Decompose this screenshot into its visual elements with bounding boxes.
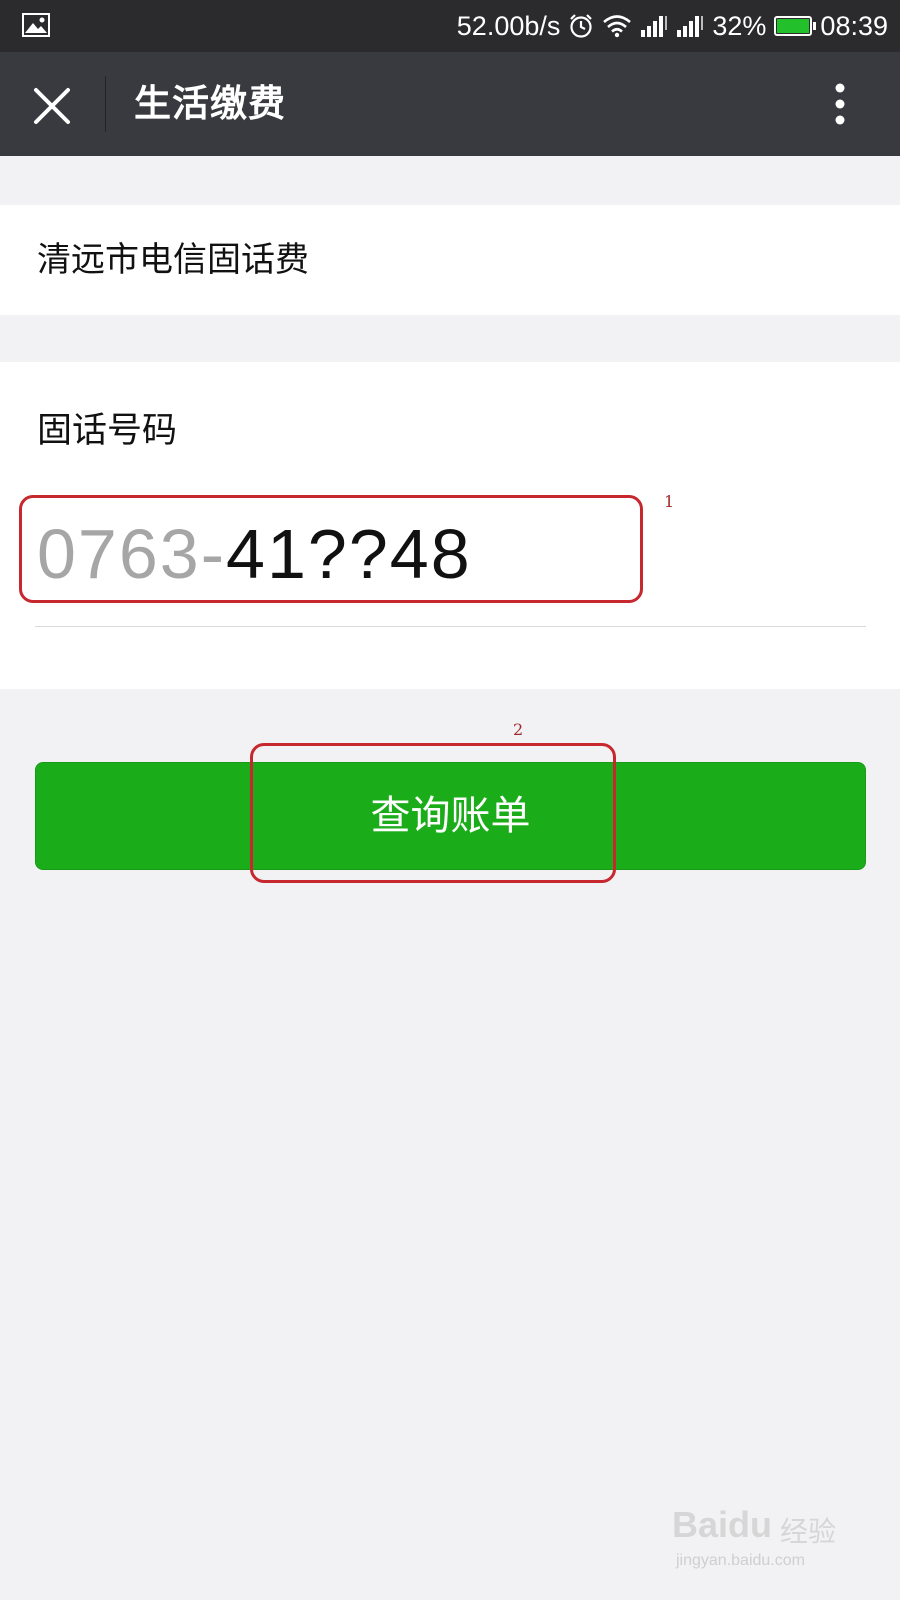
wifi-icon: [602, 14, 632, 38]
battery-fill: [777, 19, 810, 33]
company-name: 清远市电信固话费: [37, 240, 309, 280]
phone-label: 固话号码: [37, 411, 178, 451]
annotation-marker-1: 1: [664, 492, 675, 511]
battery-percent: 32%: [712, 10, 767, 41]
company-section: 清远市电信固话费: [0, 205, 900, 315]
input-underline: [35, 626, 866, 627]
close-icon[interactable]: [30, 84, 74, 128]
nav-bar: 生活缴费: [0, 52, 900, 156]
annotation-marker-2: 2: [513, 720, 524, 739]
alarm-icon: [568, 13, 594, 39]
watermark-text: 经验: [780, 1515, 837, 1548]
signal-icon: [640, 14, 668, 38]
status-time: 08:39: [820, 10, 888, 41]
page-title: 生活缴费: [134, 82, 286, 125]
nav-divider: [105, 76, 106, 132]
status-bar: 52.00b/s 32% 08:39: [0, 0, 900, 52]
annotation-box-2: [250, 743, 616, 883]
watermark-brand: Baidu: [672, 1504, 773, 1545]
image-icon: [22, 13, 50, 37]
signal-icon: [676, 14, 704, 38]
watermark-url: jingyan.baidu.com: [676, 1552, 805, 1569]
network-speed: 52.00b/s: [456, 10, 561, 41]
more-vert-icon[interactable]: [830, 80, 850, 128]
status-right: 52.00b/s 32% 08:39: [457, 0, 888, 52]
watermark: Baidu 经验 jingyan.baidu.com: [672, 1500, 852, 1580]
annotation-box-1: [19, 495, 643, 603]
battery-icon: [774, 16, 817, 36]
